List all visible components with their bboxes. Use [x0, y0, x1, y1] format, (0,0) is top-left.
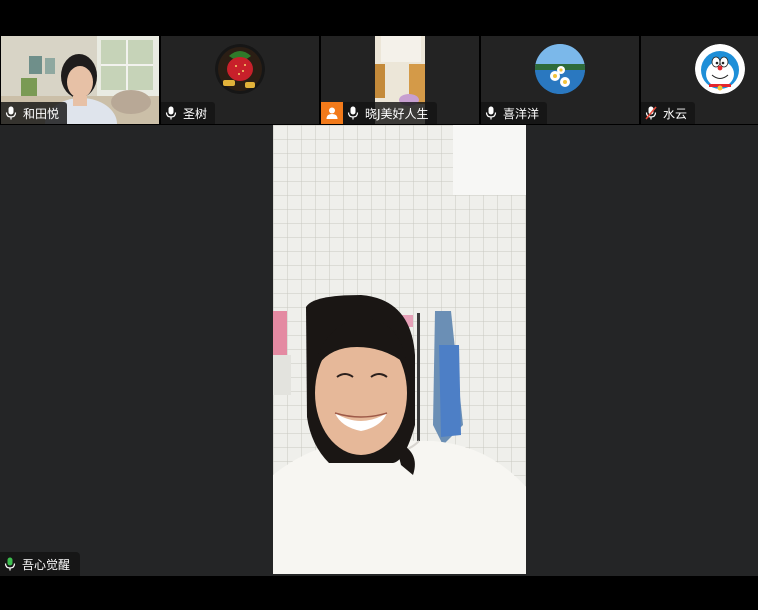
microphone-icon[interactable] [485, 106, 497, 120]
microphone-icon[interactable] [165, 106, 177, 120]
main-speaker-name-tag: 吾心觉醒 [0, 552, 81, 576]
participant-tile[interactable]: 圣树 [161, 36, 319, 124]
participant-name-tag: 圣树 [161, 102, 216, 124]
participant-name-tag: 晓J美好人生 [321, 102, 437, 124]
speaker-video-frame [273, 125, 526, 574]
person-icon [321, 102, 343, 124]
bottom-bar [0, 576, 758, 610]
participant-tile[interactable]: 和田悦 [1, 36, 159, 124]
participant-tile[interactable]: 水云 [641, 36, 758, 124]
participant-tile[interactable]: 喜洋洋 [481, 36, 639, 124]
participant-name: 喜洋洋 [503, 106, 540, 121]
main-speaker-name: 吾心觉醒 [22, 557, 71, 572]
microphone-icon[interactable] [347, 106, 359, 120]
main-speaker-area: 吾心觉醒 [0, 125, 758, 576]
main-speaker-video[interactable] [273, 125, 526, 574]
microphone-muted-icon[interactable] [645, 106, 657, 120]
participant-name: 圣树 [183, 106, 208, 121]
strawberry-avatar-icon [215, 44, 265, 94]
participant-name-tag: 和田悦 [1, 102, 68, 124]
microphone-icon[interactable] [5, 106, 17, 120]
participant-name-tag: 喜洋洋 [481, 102, 548, 124]
doraemon-avatar-icon [695, 44, 745, 94]
participant-name: 晓J美好人生 [365, 106, 429, 121]
participant-tile[interactable]: 晓J美好人生 [321, 36, 479, 124]
participant-name: 和田悦 [23, 106, 60, 121]
participant-strip: 和田悦 圣树 晓J美好人生 喜洋洋 水云 [0, 36, 758, 125]
participant-name-tag: 水云 [641, 102, 696, 124]
lake-daisy-avatar-icon [535, 44, 585, 94]
participant-name: 水云 [663, 106, 688, 121]
microphone-active-icon[interactable] [4, 557, 16, 571]
